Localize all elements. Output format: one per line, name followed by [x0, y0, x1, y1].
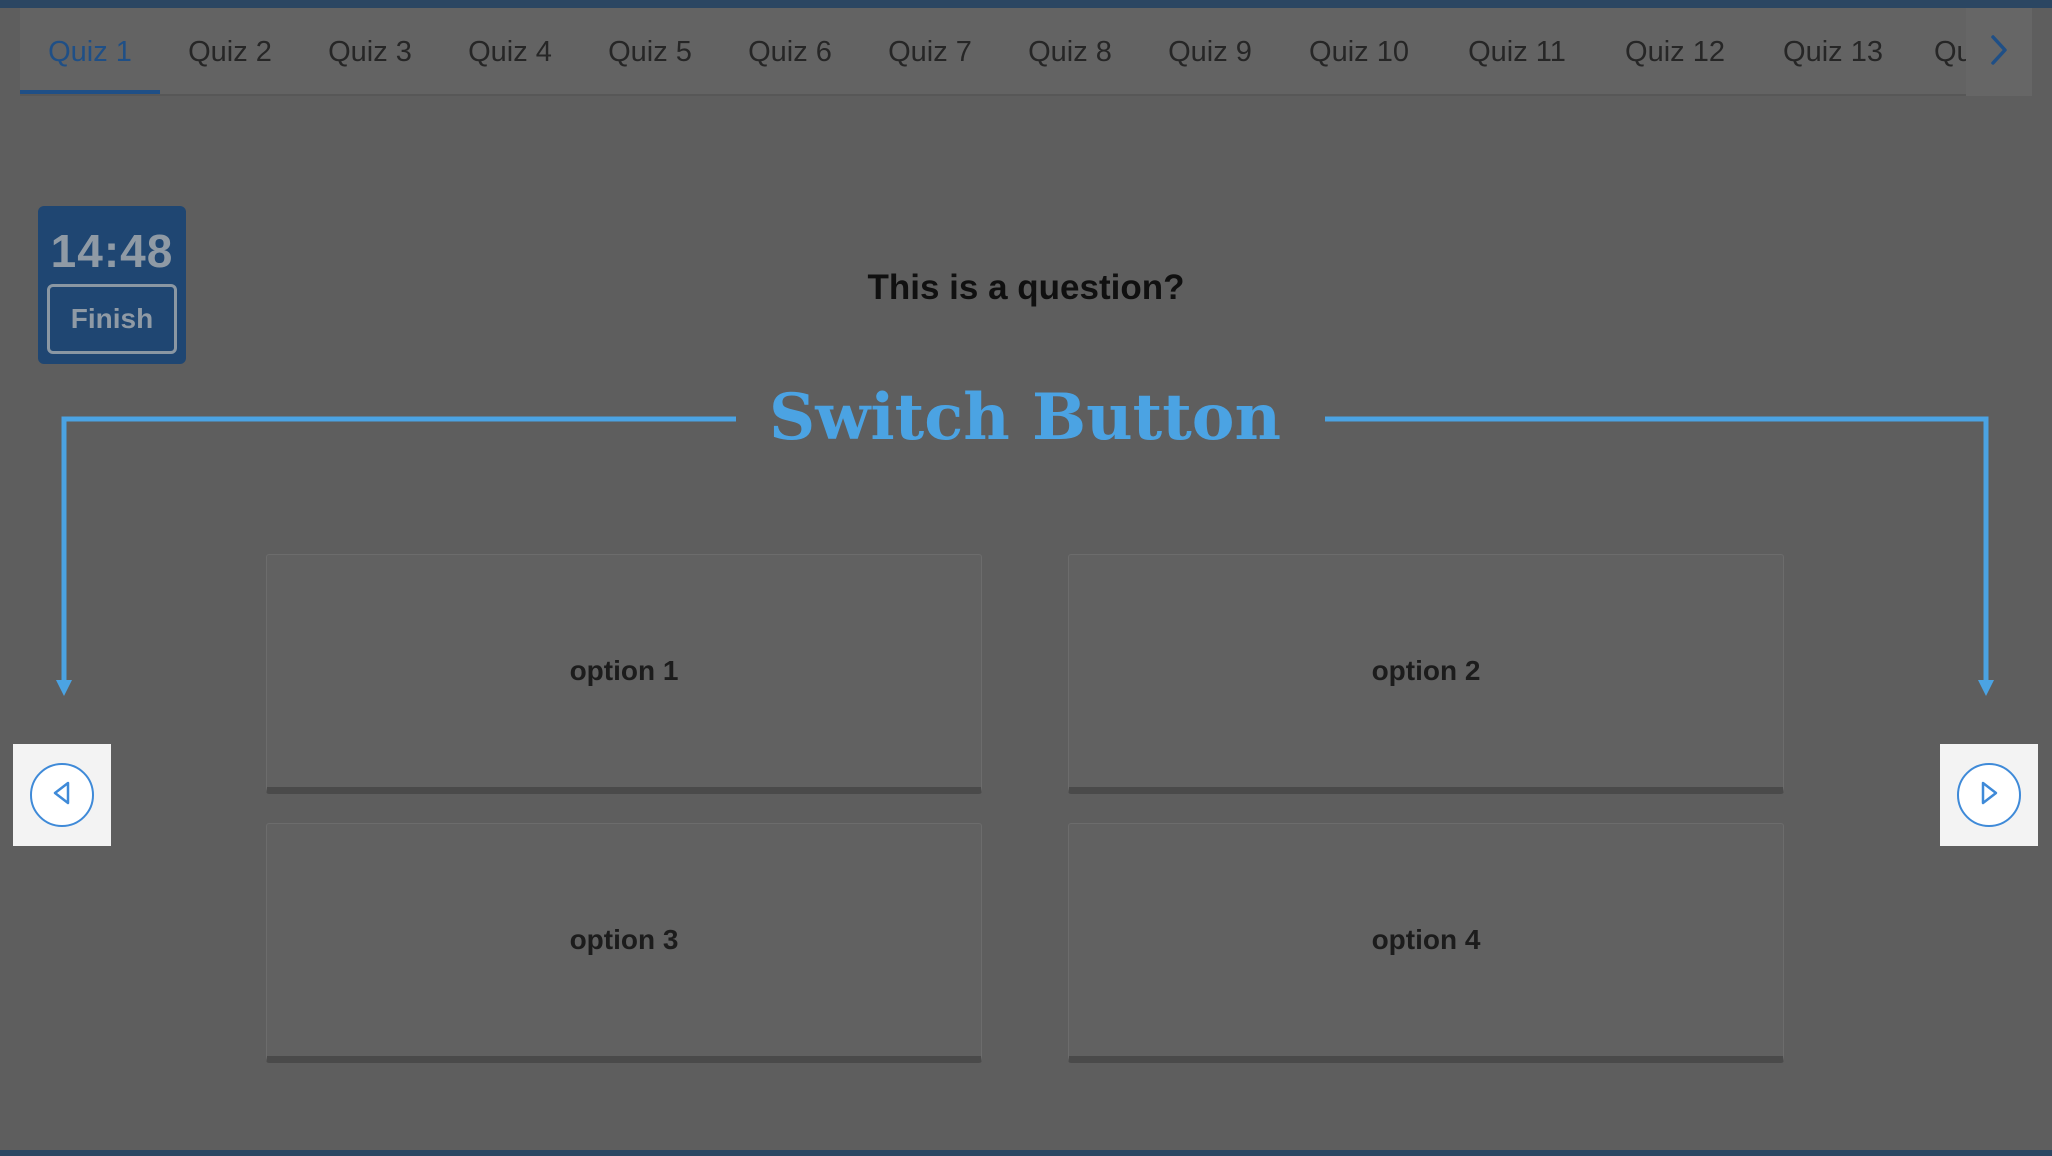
option-2-button[interactable]: option 2 — [1068, 554, 1784, 794]
option-1-button[interactable]: option 1 — [266, 554, 982, 794]
tab-quiz-6[interactable]: Quiz 6 — [720, 8, 860, 94]
next-question-button[interactable] — [1940, 744, 2038, 846]
triangle-left-icon — [50, 780, 74, 811]
tab-quiz-2[interactable]: Quiz 2 — [160, 8, 300, 94]
tab-quiz-5[interactable]: Quiz 5 — [580, 8, 720, 94]
triangle-right-icon — [1977, 780, 2001, 811]
tab-quiz-8[interactable]: Quiz 8 — [1000, 8, 1140, 94]
tab-quiz-11[interactable]: Quiz 11 — [1438, 8, 1596, 94]
option-4-button[interactable]: option 4 — [1068, 823, 1784, 1063]
next-circle — [1957, 763, 2021, 827]
question-text: This is a question? — [867, 268, 1185, 307]
chevron-right-icon — [1988, 33, 2010, 72]
top-border — [0, 0, 2052, 8]
previous-question-button[interactable] — [13, 744, 111, 846]
tab-scroll-next-button[interactable] — [1966, 8, 2032, 96]
tab-quiz-4[interactable]: Quiz 4 — [440, 8, 580, 94]
tab-quiz-9[interactable]: Quiz 9 — [1140, 8, 1280, 94]
tab-quiz-10[interactable]: Quiz 10 — [1280, 8, 1438, 94]
tab-quiz-1[interactable]: Quiz 1 — [20, 8, 160, 94]
tab-quiz-7[interactable]: Quiz 7 — [860, 8, 1000, 94]
quiz-tab-bar: Quiz 1 Quiz 2 Quiz 3 Quiz 4 Quiz 5 Quiz … — [20, 8, 2032, 96]
tab-quiz-12[interactable]: Quiz 12 — [1596, 8, 1754, 94]
tab-quiz-13[interactable]: Quiz 13 — [1754, 8, 1912, 94]
option-3-button[interactable]: option 3 — [266, 823, 982, 1063]
tab-quiz-3[interactable]: Quiz 3 — [300, 8, 440, 94]
switch-button-annotation: Switch Button — [769, 380, 1281, 455]
prev-circle — [30, 763, 94, 827]
bottom-border — [0, 1150, 2052, 1156]
